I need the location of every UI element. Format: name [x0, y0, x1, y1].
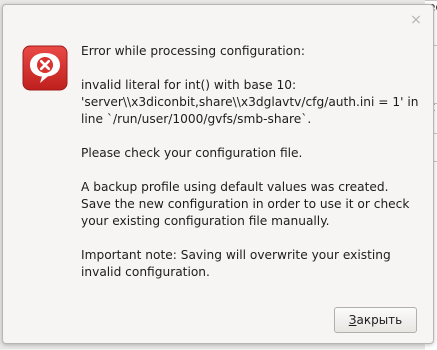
close-button[interactable]: Закрыть — [334, 307, 417, 333]
error-dialog: × Error while processing configuration: … — [2, 4, 434, 344]
error-title: Error while processing configuration: — [81, 44, 305, 58]
error-detail: invalid literal for int() with base 10: … — [81, 78, 419, 126]
important-note: Important note: Saving will overwrite yo… — [81, 248, 391, 279]
close-icon[interactable]: × — [409, 13, 423, 27]
close-button-label: акрыть — [356, 313, 403, 327]
instruction-text: Please check your configuration file. — [81, 146, 303, 160]
message-body: Error while processing configuration: in… — [81, 43, 421, 298]
backup-notice: A backup profile using default values wa… — [81, 180, 410, 228]
error-icon — [22, 45, 68, 91]
